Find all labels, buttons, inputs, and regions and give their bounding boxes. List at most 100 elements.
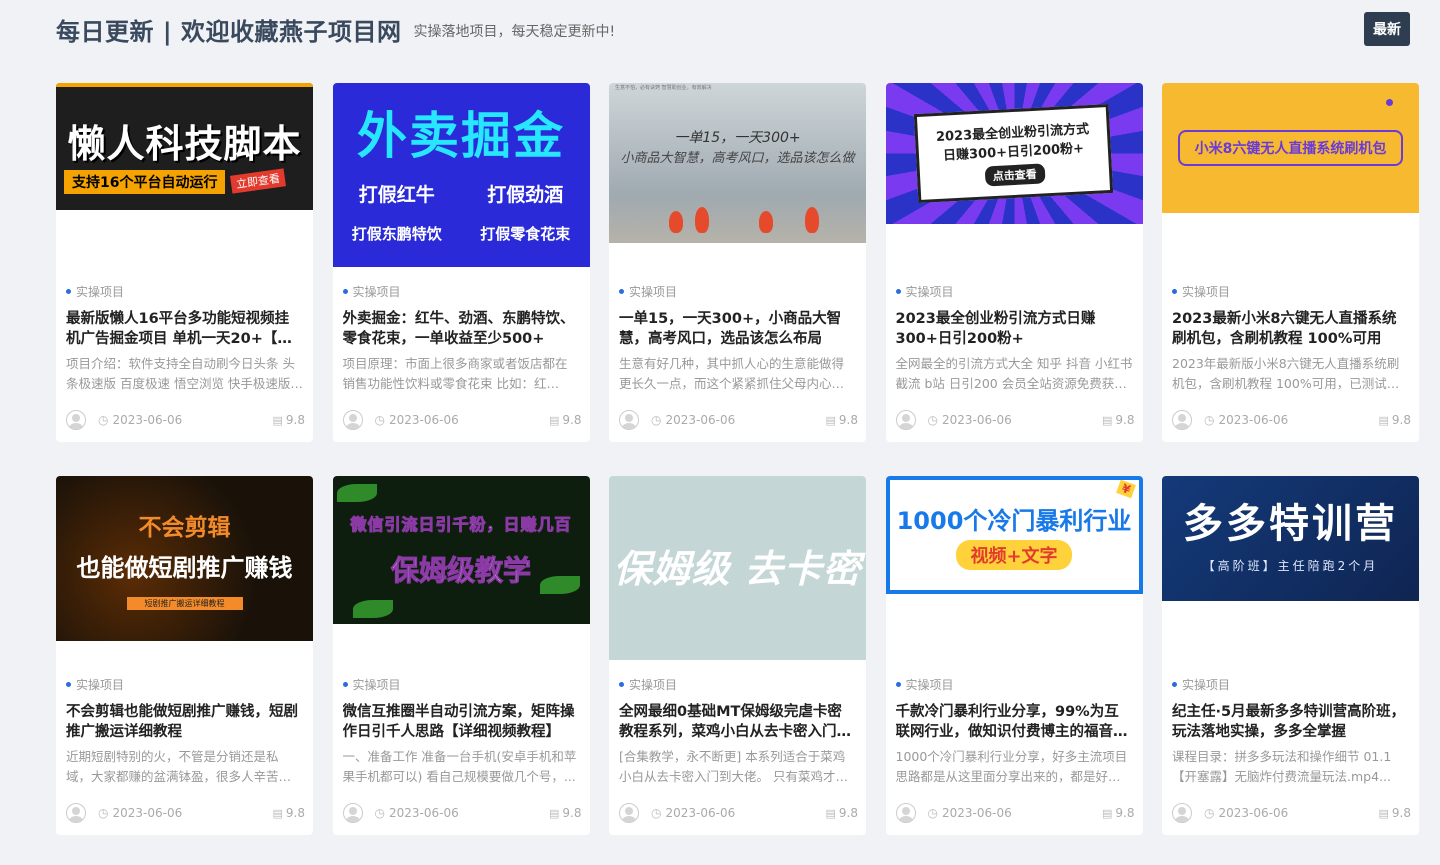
thumb-caption: 打假零食花束 <box>480 225 571 243</box>
leaf-icon <box>352 600 393 618</box>
latest-button[interactable]: 最新 <box>1364 12 1410 46</box>
category-tag[interactable]: 实操项目 <box>895 676 1133 692</box>
card-thumbnail[interactable]: 不会剪辑 也能做短剧推广赚钱 短剧推广搬运详细教程 <box>56 476 313 641</box>
view-count: 9.8 <box>838 806 858 820</box>
view-count: 9.8 <box>1391 806 1411 820</box>
user-avatar-icon[interactable] <box>66 803 86 823</box>
clock-icon: ◷ <box>927 413 938 427</box>
card-title[interactable]: 千款冷门暴利行业分享，99%为互联网行业，做知识付费博主的福音材... <box>896 702 1133 742</box>
leaf-icon <box>539 576 580 594</box>
card-thumbnail[interactable]: 多多特训营 【高阶班】主任陪跑2个月 <box>1162 476 1419 601</box>
view-count: 9.8 <box>285 806 305 820</box>
card-thumbnail[interactable]: 外卖掘金 打假红牛 打假劲酒 打假东鹏特饮 打假零食花束 <box>332 83 590 267</box>
category-tag[interactable]: 实操项目 <box>895 283 1133 299</box>
user-avatar-icon[interactable] <box>342 410 363 430</box>
view-count: 9.8 <box>562 413 582 427</box>
thumb-burst: 2023最全创业粉引流方式 日赚300+日引200粉+ 点击查看 <box>914 103 1114 204</box>
card-thumbnail[interactable]: 小米8六键无人直播系统刷机包 <box>1162 83 1419 213</box>
views-icon: ▤ <box>549 806 560 820</box>
user-avatar-icon[interactable] <box>1172 803 1192 823</box>
project-card[interactable]: 小米8六键无人直播系统刷机包 实操项目 2023最新小米8六键无人直播系统刷机包… <box>1162 83 1419 442</box>
view-count: 9.8 <box>1115 413 1135 427</box>
card-description: 项目原理：市面上很多商家或者饭店都在销售功能性饮料或零食花束 比如：红牛、... <box>342 356 568 391</box>
tulip-icon <box>805 207 819 233</box>
user-avatar-icon[interactable] <box>895 803 916 823</box>
category-label: 实操项目 <box>76 284 125 299</box>
user-avatar-icon[interactable] <box>342 803 363 823</box>
card-thumbnail[interactable]: 2023最全创业粉引流方式 日赚300+日引200粉+ 点击查看 <box>885 83 1143 224</box>
category-label: 实操项目 <box>629 284 678 299</box>
clock-icon: ◷ <box>374 413 385 427</box>
tulip-icon <box>695 207 709 233</box>
category-label: 实操项目 <box>905 677 954 692</box>
thumb-caption: 打假劲酒 <box>487 184 564 206</box>
project-card[interactable]: 生意不怕，必有诀窍 智慧助创业，有效解决 一单15，一天300+ 小商品大智慧，… <box>609 83 866 442</box>
user-avatar-icon[interactable] <box>619 803 639 823</box>
thumb-caption: 【高阶班】主任陪跑2个月 <box>1202 559 1379 573</box>
card-footer: ◷ 2023-06-06 ▤ 9.8 <box>619 410 858 430</box>
project-card[interactable]: 微信引流日引千粉，日赚几百 保姆级教学 实操项目 微信互推圈半自动引流方案，矩阵… <box>332 476 590 835</box>
user-avatar-icon[interactable] <box>1172 410 1192 430</box>
post-date: 2023-06-06 <box>1218 806 1289 820</box>
user-avatar-icon[interactable] <box>66 410 86 430</box>
view-count: 9.8 <box>285 413 305 427</box>
project-card[interactable]: 懒人科技脚本 支持16个平台自动运行 立即查看 实操项目 最新版懒人16平台多功… <box>56 83 313 442</box>
card-thumbnail[interactable]: 生意不怕，必有诀窍 智慧助创业，有效解决 一单15，一天300+ 小商品大智慧，… <box>609 83 866 243</box>
clock-icon: ◷ <box>651 806 662 820</box>
bullet-dot-icon <box>895 681 901 687</box>
category-tag[interactable]: 实操项目 <box>619 676 856 692</box>
bullet-dot-icon <box>619 288 624 294</box>
category-label: 实操项目 <box>905 284 954 299</box>
project-grid: 懒人科技脚本 支持16个平台自动运行 立即查看 实操项目 最新版懒人16平台多功… <box>56 83 1419 835</box>
card-description: 1000个冷门暴利行业分享，好多主流项目思路都是从这里面分享出来的，都是好项目.… <box>895 749 1128 784</box>
views-icon: ▤ <box>549 413 560 427</box>
category-tag[interactable]: 实操项目 <box>619 283 856 299</box>
card-title[interactable]: 2023最全创业粉引流方式日赚300+日引200粉+ <box>896 309 1133 349</box>
card-footer: ◷ 2023-06-06 ▤ 9.8 <box>895 410 1135 430</box>
card-description: 一、准备工作 准备一台手机(安卓手机和苹果手机都可以) 看自己规模要做几个号，.… <box>342 749 577 784</box>
card-thumbnail[interactable]: 1000个冷门暴利行业 视频+文字 ¥ <box>885 476 1143 594</box>
card-thumbnail[interactable]: 微信引流日引千粉，日赚几百 保姆级教学 <box>332 476 590 624</box>
card-description: 生意有好几种，其中抓人心的生意能做得更长久一点，而这个紧紧抓住父母内心的产... <box>619 356 845 391</box>
card-title[interactable]: 不会剪辑也能做短剧推广赚钱，短剧推广搬运详细教程 <box>66 702 303 742</box>
thumb-caption: 保姆级教学 <box>390 554 531 588</box>
project-card[interactable]: 不会剪辑 也能做短剧推广赚钱 短剧推广搬运详细教程 实操项目 不会剪辑也能做短剧… <box>56 476 313 835</box>
category-tag[interactable]: 实操项目 <box>342 676 580 692</box>
user-avatar-icon[interactable] <box>895 410 916 430</box>
bullet-dot-icon <box>66 681 71 687</box>
category-tag[interactable]: 实操项目 <box>1172 283 1409 299</box>
project-card[interactable]: 1000个冷门暴利行业 视频+文字 ¥ 实操项目 千款冷门暴利行业分享，99%为… <box>885 476 1143 835</box>
category-tag[interactable]: 实操项目 <box>66 283 303 299</box>
card-title[interactable]: 全网最细0基础MT保姆级完虐卡密教程系列，菜鸡小白从去卡密入门到... <box>619 702 856 742</box>
project-card[interactable]: 保姆级 去卡密 实操项目 全网最细0基础MT保姆级完虐卡密教程系列，菜鸡小白从去… <box>609 476 866 835</box>
card-title[interactable]: 微信互推圈半自动引流方案，矩阵操作日引千人思路【详细视频教程】 <box>343 702 580 742</box>
category-tag[interactable]: 实操项目 <box>66 676 303 692</box>
tulip-icon <box>669 211 683 233</box>
project-card[interactable]: 多多特训营 【高阶班】主任陪跑2个月 实操项目 纪主任·5月最新多多特训营高阶班… <box>1162 476 1419 835</box>
views-icon: ▤ <box>825 806 836 820</box>
thumb-ribbon: 立即查看 <box>230 168 286 194</box>
card-thumbnail[interactable]: 保姆级 去卡密 <box>609 476 866 660</box>
category-tag[interactable]: 实操项目 <box>1172 676 1409 692</box>
clock-icon: ◷ <box>927 806 938 820</box>
card-description: 近期短剧特别的火，不管是分销还是私域，大家都赚的盆满钵盈，很多人辛苦剪辑，... <box>66 749 292 784</box>
card-title[interactable]: 2023最新小米8六键无人直播系统刷机包，含刷机教程 100%可用 <box>1172 309 1409 349</box>
card-title[interactable]: 一单15，一天300+，小商品大智慧，高考风口，选品该怎么布局 <box>619 309 856 349</box>
project-card[interactable]: 2023最全创业粉引流方式 日赚300+日引200粉+ 点击查看 实操项目 20… <box>885 83 1143 442</box>
views-icon: ▤ <box>1102 413 1113 427</box>
bullet-dot-icon <box>342 681 348 687</box>
views-icon: ▤ <box>1102 806 1113 820</box>
thumb-caption: 支持16个平台自动运行 <box>64 170 226 194</box>
category-tag[interactable]: 实操项目 <box>342 283 580 299</box>
clock-icon: ◷ <box>651 413 662 427</box>
card-title[interactable]: 纪主任·5月最新多多特训营高阶班，玩法落地实操，多多全掌握 <box>1172 702 1409 742</box>
project-card[interactable]: 外卖掘金 打假红牛 打假劲酒 打假东鹏特饮 打假零食花束 实操项目 外卖掘金：红牛、… <box>332 83 590 442</box>
category-label: 实操项目 <box>629 677 678 692</box>
card-thumbnail[interactable]: 懒人科技脚本 支持16个平台自动运行 立即查看 <box>56 83 313 210</box>
card-title[interactable]: 最新版懒人16平台多功能短视频挂机广告掘金项目 单机一天20+【脚本... <box>66 309 303 349</box>
view-count: 9.8 <box>838 413 858 427</box>
post-date: 2023-06-06 <box>665 413 736 427</box>
thumb-caption: 也能做短剧推广赚钱 <box>76 553 293 582</box>
user-avatar-icon[interactable] <box>619 410 639 430</box>
card-title[interactable]: 外卖掘金：红牛、劲酒、东鹏特饮、零食花束，一单收益至少500+ <box>343 309 580 349</box>
